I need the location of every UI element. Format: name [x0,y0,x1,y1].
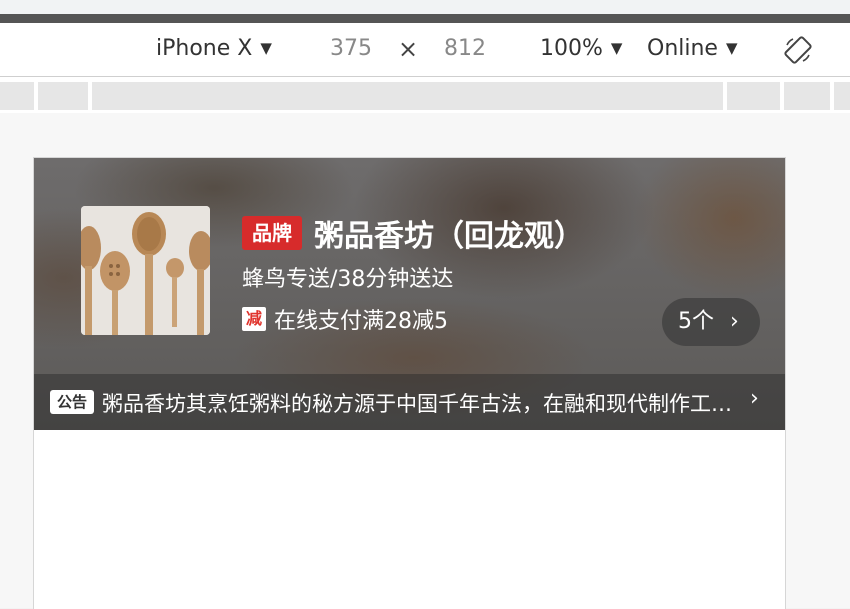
delivery-info: 蜂鸟专送/38分钟送达 [242,267,454,292]
ruler-segment[interactable] [0,82,34,110]
zoom-select[interactable]: 100% ▼ [540,36,622,61]
shop-header: 品牌 粥品香坊（回龙观） 蜂鸟专送/38分钟送达 减 在线支付满28减5 5个 … [34,158,785,430]
chevron-right-icon: › [750,386,759,411]
shop-logo [81,206,210,335]
device-select[interactable]: iPhone X ▼ [156,36,272,61]
discount-icon: 减 [242,307,266,331]
network-select[interactable]: Online ▼ [647,36,738,61]
notice-text: 粥品香坊其烹饪粥料的秘方源于中国千年古法，在融和现代制作工艺，由世界烹饪大师屈浩… [102,392,732,416]
ruler-segment[interactable] [784,82,830,110]
width-input[interactable]: 375 [330,36,372,61]
times-icon: × [398,35,419,63]
shop-name: 粥品香坊（回龙观） [314,219,584,254]
promo-count-button[interactable]: 5个 › [662,298,760,346]
chevron-down-icon: ▼ [610,39,623,57]
promo-text: 在线支付满28减5 [274,309,448,334]
chevron-down-icon: ▼ [260,39,272,57]
browser-top-strip [0,0,850,14]
shop-header-main[interactable]: 品牌 粥品香坊（回龙观） 蜂鸟专送/38分钟送达 减 在线支付满28减5 5个 … [34,158,785,374]
device-toolbar: iPhone X ▼ 375 × 812 100% ▼ Online ▼ [0,23,850,77]
height-input[interactable]: 812 [444,36,486,61]
devtools-divider [0,14,850,23]
network-select-label: Online [647,36,718,61]
promo-count-label: 5个 [678,309,714,334]
chevron-down-icon: ▼ [725,39,738,57]
notice-badge: 公告 [50,390,94,414]
device-select-label: iPhone X [156,36,253,61]
zoom-select-label: 100% [540,36,603,61]
ruler-segment[interactable] [834,82,850,110]
ruler-segment[interactable] [727,82,780,110]
wooden-spoons-image [81,206,210,335]
brand-badge: 品牌 [242,216,302,250]
ruler-segment[interactable] [38,82,88,110]
ruler-segment[interactable] [92,82,723,110]
chevron-right-icon: › [730,309,739,334]
emulated-page: 品牌 粥品香坊（回龙观） 蜂鸟专送/38分钟送达 减 在线支付满28减5 5个 … [33,157,786,609]
notice-bar[interactable]: 公告 粥品香坊其烹饪粥料的秘方源于中国千年古法，在融和现代制作工艺，由世界烹饪大… [34,374,785,430]
media-query-ruler [0,77,850,113]
rotate-icon[interactable] [783,35,813,65]
